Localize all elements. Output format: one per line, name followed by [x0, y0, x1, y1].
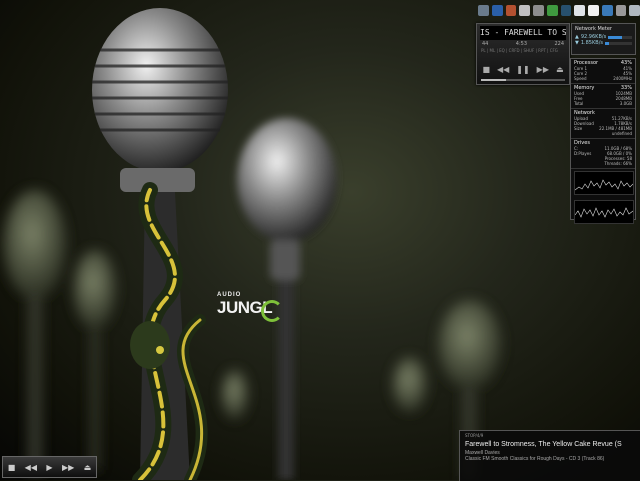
globe-icon[interactable] — [601, 4, 613, 16]
total-label: Total — [574, 101, 584, 106]
total-value: 3.0GB — [619, 101, 632, 106]
taskbar-player: ■ ◀◀ ▶ ▶▶ ⏏ — [2, 456, 97, 478]
system-monitor-gadget: Processor 43% Core 1 41% Core 2 45% Speed 24… — [570, 58, 636, 224]
song-title: Farewell to Stromness, The Yellow Cake R… — [465, 441, 622, 448]
folder-icon[interactable] — [478, 4, 489, 16]
speed-label: Speed — [574, 76, 587, 81]
file-icon[interactable] — [588, 4, 599, 16]
download-row: ▼ 1.85KB/s — [572, 40, 635, 46]
player-controls: ■ ◀◀ ❚❚ ▶▶ ⏏ — [479, 60, 567, 78]
threads-value: Threads: 66% — [604, 161, 632, 166]
pause-button[interactable]: ❚❚ — [516, 65, 529, 74]
bitrate-value: 224 — [554, 41, 564, 47]
memory-section: Memory 33% Used 1024MB Free 2048MB Total 3.0… — [571, 84, 635, 109]
eject-button[interactable]: ⏏ — [84, 463, 92, 472]
music-icon[interactable] — [560, 4, 572, 16]
speed-value: 2400MHz — [613, 76, 632, 81]
document-icon[interactable] — [519, 4, 530, 16]
home-icon[interactable] — [546, 4, 558, 16]
album-name: Classic FM Smooth Classics for Rough Day… — [465, 456, 605, 462]
track-counter: STOP/4/9 — [465, 433, 484, 438]
play-button[interactable]: ▶ — [46, 463, 52, 472]
eject-button[interactable]: ⏏ — [556, 65, 564, 74]
time-value: 4:53 — [515, 41, 528, 47]
player-mode-buttons[interactable]: PL | ML | EQ | CRFD | SHUF | RPT | CFG — [477, 48, 569, 53]
media-icon[interactable] — [491, 4, 503, 16]
mail-icon[interactable] — [533, 4, 544, 16]
player-info: 44 4:53 224 — [477, 40, 569, 48]
recycle-bin-icon[interactable] — [629, 4, 640, 16]
notepad-icon[interactable] — [574, 4, 585, 16]
cpu-graph — [574, 171, 634, 195]
download-speed: 1.85KB/s — [580, 40, 603, 46]
previous-button[interactable]: ◀◀ — [497, 65, 509, 74]
drives-section: Drives C: 11.0GB / 68% D:Playes 68.0GB / 0… — [571, 139, 635, 169]
download-bar — [605, 41, 632, 45]
now-playing-notification[interactable]: STOP/4/9 Farewell to Stromness, The Yell… — [459, 430, 640, 481]
quick-launch-bar — [478, 2, 640, 18]
audiojungle-logo: AUDIO JUNGL — [217, 292, 283, 322]
net-extra: undefined — [611, 131, 632, 136]
drive-d-label: D:Playes — [574, 151, 592, 156]
processor-section: Processor 43% Core 1 41% Core 2 45% Speed 24… — [571, 59, 635, 84]
net-size-label: Size — [574, 126, 583, 131]
next-button[interactable]: ▶▶ — [537, 65, 549, 74]
upload-bar — [608, 35, 632, 39]
next-button[interactable]: ▶▶ — [62, 463, 74, 472]
stop-button[interactable]: ■ — [482, 65, 490, 74]
previous-button[interactable]: ◀◀ — [25, 463, 37, 472]
network-section: Network Upload 51.27KB/s Download 1.78KB/s… — [571, 109, 635, 139]
gear-icon[interactable] — [615, 4, 627, 16]
network-meter-title: Network Meter — [575, 26, 612, 32]
seek-bar[interactable] — [481, 79, 565, 81]
kbps-value: 44 — [482, 41, 489, 47]
stop-button[interactable]: ■ — [8, 463, 16, 472]
song-marquee: IS - FAREWELL TO STROMNESS — [480, 26, 566, 40]
paint-icon[interactable] — [505, 4, 517, 16]
down-arrow-icon: ▼ — [575, 40, 579, 46]
logo-ring-icon — [261, 300, 283, 322]
memory-graph — [574, 200, 634, 224]
media-player-window[interactable]: IS - FAREWELL TO STROMNESS 44 4:53 224 P… — [476, 23, 570, 85]
network-meter-gadget: Network Meter ▲ 92.96KB/s ▼ 1.85KB/s — [571, 23, 636, 55]
seek-fill — [481, 79, 507, 81]
